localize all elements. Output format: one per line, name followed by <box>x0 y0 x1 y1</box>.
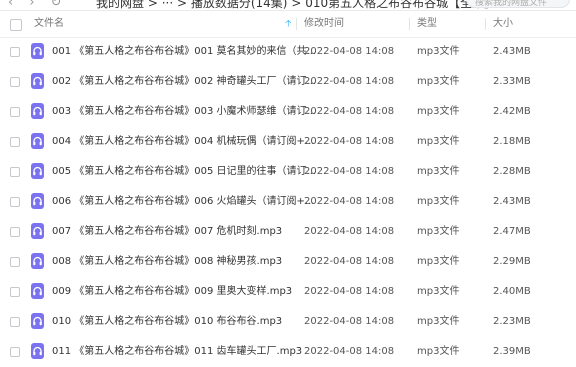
row-checkbox[interactable] <box>10 257 20 267</box>
file-row[interactable]: 008 《第五人格之布谷布谷城》008 神秘男孩.mp3 2022-04-08 1… <box>0 247 576 277</box>
row-checkbox[interactable] <box>10 167 20 177</box>
file-type: mp3文件 <box>417 196 460 207</box>
file-modified-time: 2022-04-08 14:08 <box>304 256 395 267</box>
file-modified-time: 2022-04-08 14:08 <box>304 316 395 327</box>
breadcrumb-item[interactable]: 播放数据分(14集) <box>191 0 288 10</box>
file-type: mp3文件 <box>417 316 460 327</box>
audio-file-icon <box>31 133 44 149</box>
file-modified-time: 2022-04-08 14:08 <box>304 136 395 147</box>
file-modified-time: 2022-04-08 14:08 <box>304 166 395 177</box>
audio-file-icon <box>31 43 44 59</box>
file-name[interactable]: 011 《第五人格之布谷布谷城》011 齿车罐头工厂.mp3 <box>52 337 302 367</box>
file-size: 2.33MB <box>493 76 531 87</box>
file-size: 2.18MB <box>493 136 531 147</box>
file-modified-time: 2022-04-08 14:08 <box>304 286 395 297</box>
file-name[interactable]: 010 《第五人格之布谷布谷城》010 布谷布谷.mp3 <box>52 307 282 337</box>
file-type: mp3文件 <box>417 256 460 267</box>
audio-file-icon <box>31 283 44 299</box>
file-row[interactable]: 002 《第五人格之布谷布谷城》002 神奇罐头工厂（请订... 2022-04-… <box>0 67 576 97</box>
row-checkbox[interactable] <box>10 197 20 207</box>
top-toolbar: ‹ › ↻ 我的网盘 > ··· > 播放数据分(14集) > 010第五人格之… <box>0 0 576 11</box>
audio-file-icon <box>31 103 44 119</box>
file-type: mp3文件 <box>417 286 460 297</box>
column-divider[interactable] <box>296 18 297 30</box>
file-name[interactable]: 009 《第五人格之布谷布谷城》009 里奥大变样.mp3 <box>52 277 292 307</box>
row-checkbox[interactable] <box>10 317 20 327</box>
file-row[interactable]: 003 《第五人格之布谷布谷城》003 小魔术师瑟维（请订... 2022-04-… <box>0 97 576 127</box>
file-row[interactable]: 006 《第五人格之布谷布谷城》006 火焰罐头（请订阅+... 2022-04-… <box>0 187 576 217</box>
audio-file-icon <box>31 343 44 359</box>
select-all-checkbox[interactable] <box>10 19 22 31</box>
file-name[interactable]: 007 《第五人格之布谷布谷城》007 危机时刻.mp3 <box>52 217 282 247</box>
file-name[interactable]: 003 《第五人格之布谷布谷城》003 小魔术师瑟维（请订... <box>52 97 316 127</box>
nav-buttons[interactable]: ‹ › ↻ <box>8 0 68 10</box>
file-row[interactable]: 011 《第五人格之布谷布谷城》011 齿车罐头工厂.mp3 2022-04-08… <box>0 337 576 367</box>
file-size: 2.29MB <box>493 256 531 267</box>
file-name[interactable]: 004 《第五人格之布谷布谷城》004 机械玩偶（请订阅+... <box>52 127 314 157</box>
row-checkbox[interactable] <box>10 137 20 147</box>
file-modified-time: 2022-04-08 14:08 <box>304 196 395 207</box>
column-header-name[interactable]: 文件名 <box>34 11 64 37</box>
file-size: 2.42MB <box>493 106 531 117</box>
breadcrumb-item[interactable]: 我的网盘 <box>96 0 144 10</box>
audio-file-icon <box>31 163 44 179</box>
file-name[interactable]: 006 《第五人格之布谷布谷城》006 火焰罐头（请订阅+... <box>52 187 314 217</box>
audio-file-icon <box>31 253 44 269</box>
column-divider[interactable] <box>485 18 486 30</box>
row-checkbox[interactable] <box>10 77 20 87</box>
column-header-type[interactable]: 类型 <box>417 11 437 37</box>
file-modified-time: 2022-04-08 14:08 <box>304 46 395 57</box>
file-name[interactable]: 005 《第五人格之布谷布谷城》005 日记里的往事（请订... <box>52 157 316 187</box>
file-row[interactable]: 005 《第五人格之布谷布谷城》005 日记里的往事（请订... 2022-04-… <box>0 157 576 187</box>
file-type: mp3文件 <box>417 346 460 357</box>
file-row[interactable]: 009 《第五人格之布谷布谷城》009 里奥大变样.mp3 2022-04-08 … <box>0 277 576 307</box>
file-name[interactable]: 008 《第五人格之布谷布谷城》008 神秘男孩.mp3 <box>52 247 282 277</box>
audio-file-icon <box>31 193 44 209</box>
file-row[interactable]: 001 《第五人格之布谷布谷城》001 莫名其妙的来信（共... 2022-04-… <box>0 37 576 67</box>
file-size: 2.28MB <box>493 166 531 177</box>
file-type: mp3文件 <box>417 226 460 237</box>
file-modified-time: 2022-04-08 14:08 <box>304 346 395 357</box>
file-row[interactable]: 010 《第五人格之布谷布谷城》010 布谷布谷.mp3 2022-04-08 1… <box>0 307 576 337</box>
file-size: 2.43MB <box>493 46 531 57</box>
file-size: 2.43MB <box>493 196 531 207</box>
file-modified-time: 2022-04-08 14:08 <box>304 76 395 87</box>
audio-file-icon <box>31 73 44 89</box>
column-header-time[interactable]: 修改时间 <box>304 11 344 37</box>
file-type: mp3文件 <box>417 166 460 177</box>
file-row[interactable]: 004 《第五人格之布谷布谷城》004 机械玩偶（请订阅+... 2022-04-… <box>0 127 576 157</box>
column-header-size[interactable]: 大小 <box>493 11 513 37</box>
file-size: 2.23MB <box>493 316 531 327</box>
file-modified-time: 2022-04-08 14:08 <box>304 106 395 117</box>
row-checkbox[interactable] <box>10 287 20 297</box>
file-modified-time: 2022-04-08 14:08 <box>304 226 395 237</box>
file-type: mp3文件 <box>417 136 460 147</box>
file-type: mp3文件 <box>417 76 460 87</box>
row-checkbox[interactable] <box>10 107 20 117</box>
file-name[interactable]: 001 《第五人格之布谷布谷城》001 莫名其妙的来信（共... <box>52 37 316 67</box>
search-input[interactable]: 搜索我的网盘文件 <box>466 0 570 8</box>
file-type: mp3文件 <box>417 106 460 117</box>
file-size: 2.39MB <box>493 346 531 357</box>
audio-file-icon <box>31 313 44 329</box>
column-divider[interactable] <box>409 18 410 30</box>
audio-file-icon <box>31 223 44 239</box>
file-row[interactable]: 007 《第五人格之布谷布谷城》007 危机时刻.mp3 2022-04-08 1… <box>0 217 576 247</box>
breadcrumb: 我的网盘 > ··· > 播放数据分(14集) > 010第五人格之布谷布谷城【… <box>96 0 496 10</box>
file-list-header: 文件名 🡡 修改时间 类型 大小 <box>0 11 576 38</box>
row-checkbox[interactable] <box>10 227 20 237</box>
file-name[interactable]: 002 《第五人格之布谷布谷城》002 神奇罐头工厂（请订... <box>52 67 316 97</box>
row-checkbox[interactable] <box>10 47 20 57</box>
file-size: 2.40MB <box>493 286 531 297</box>
file-size: 2.47MB <box>493 226 531 237</box>
file-type: mp3文件 <box>417 46 460 57</box>
sort-up-arrow-icon[interactable]: 🡡 <box>285 11 291 37</box>
